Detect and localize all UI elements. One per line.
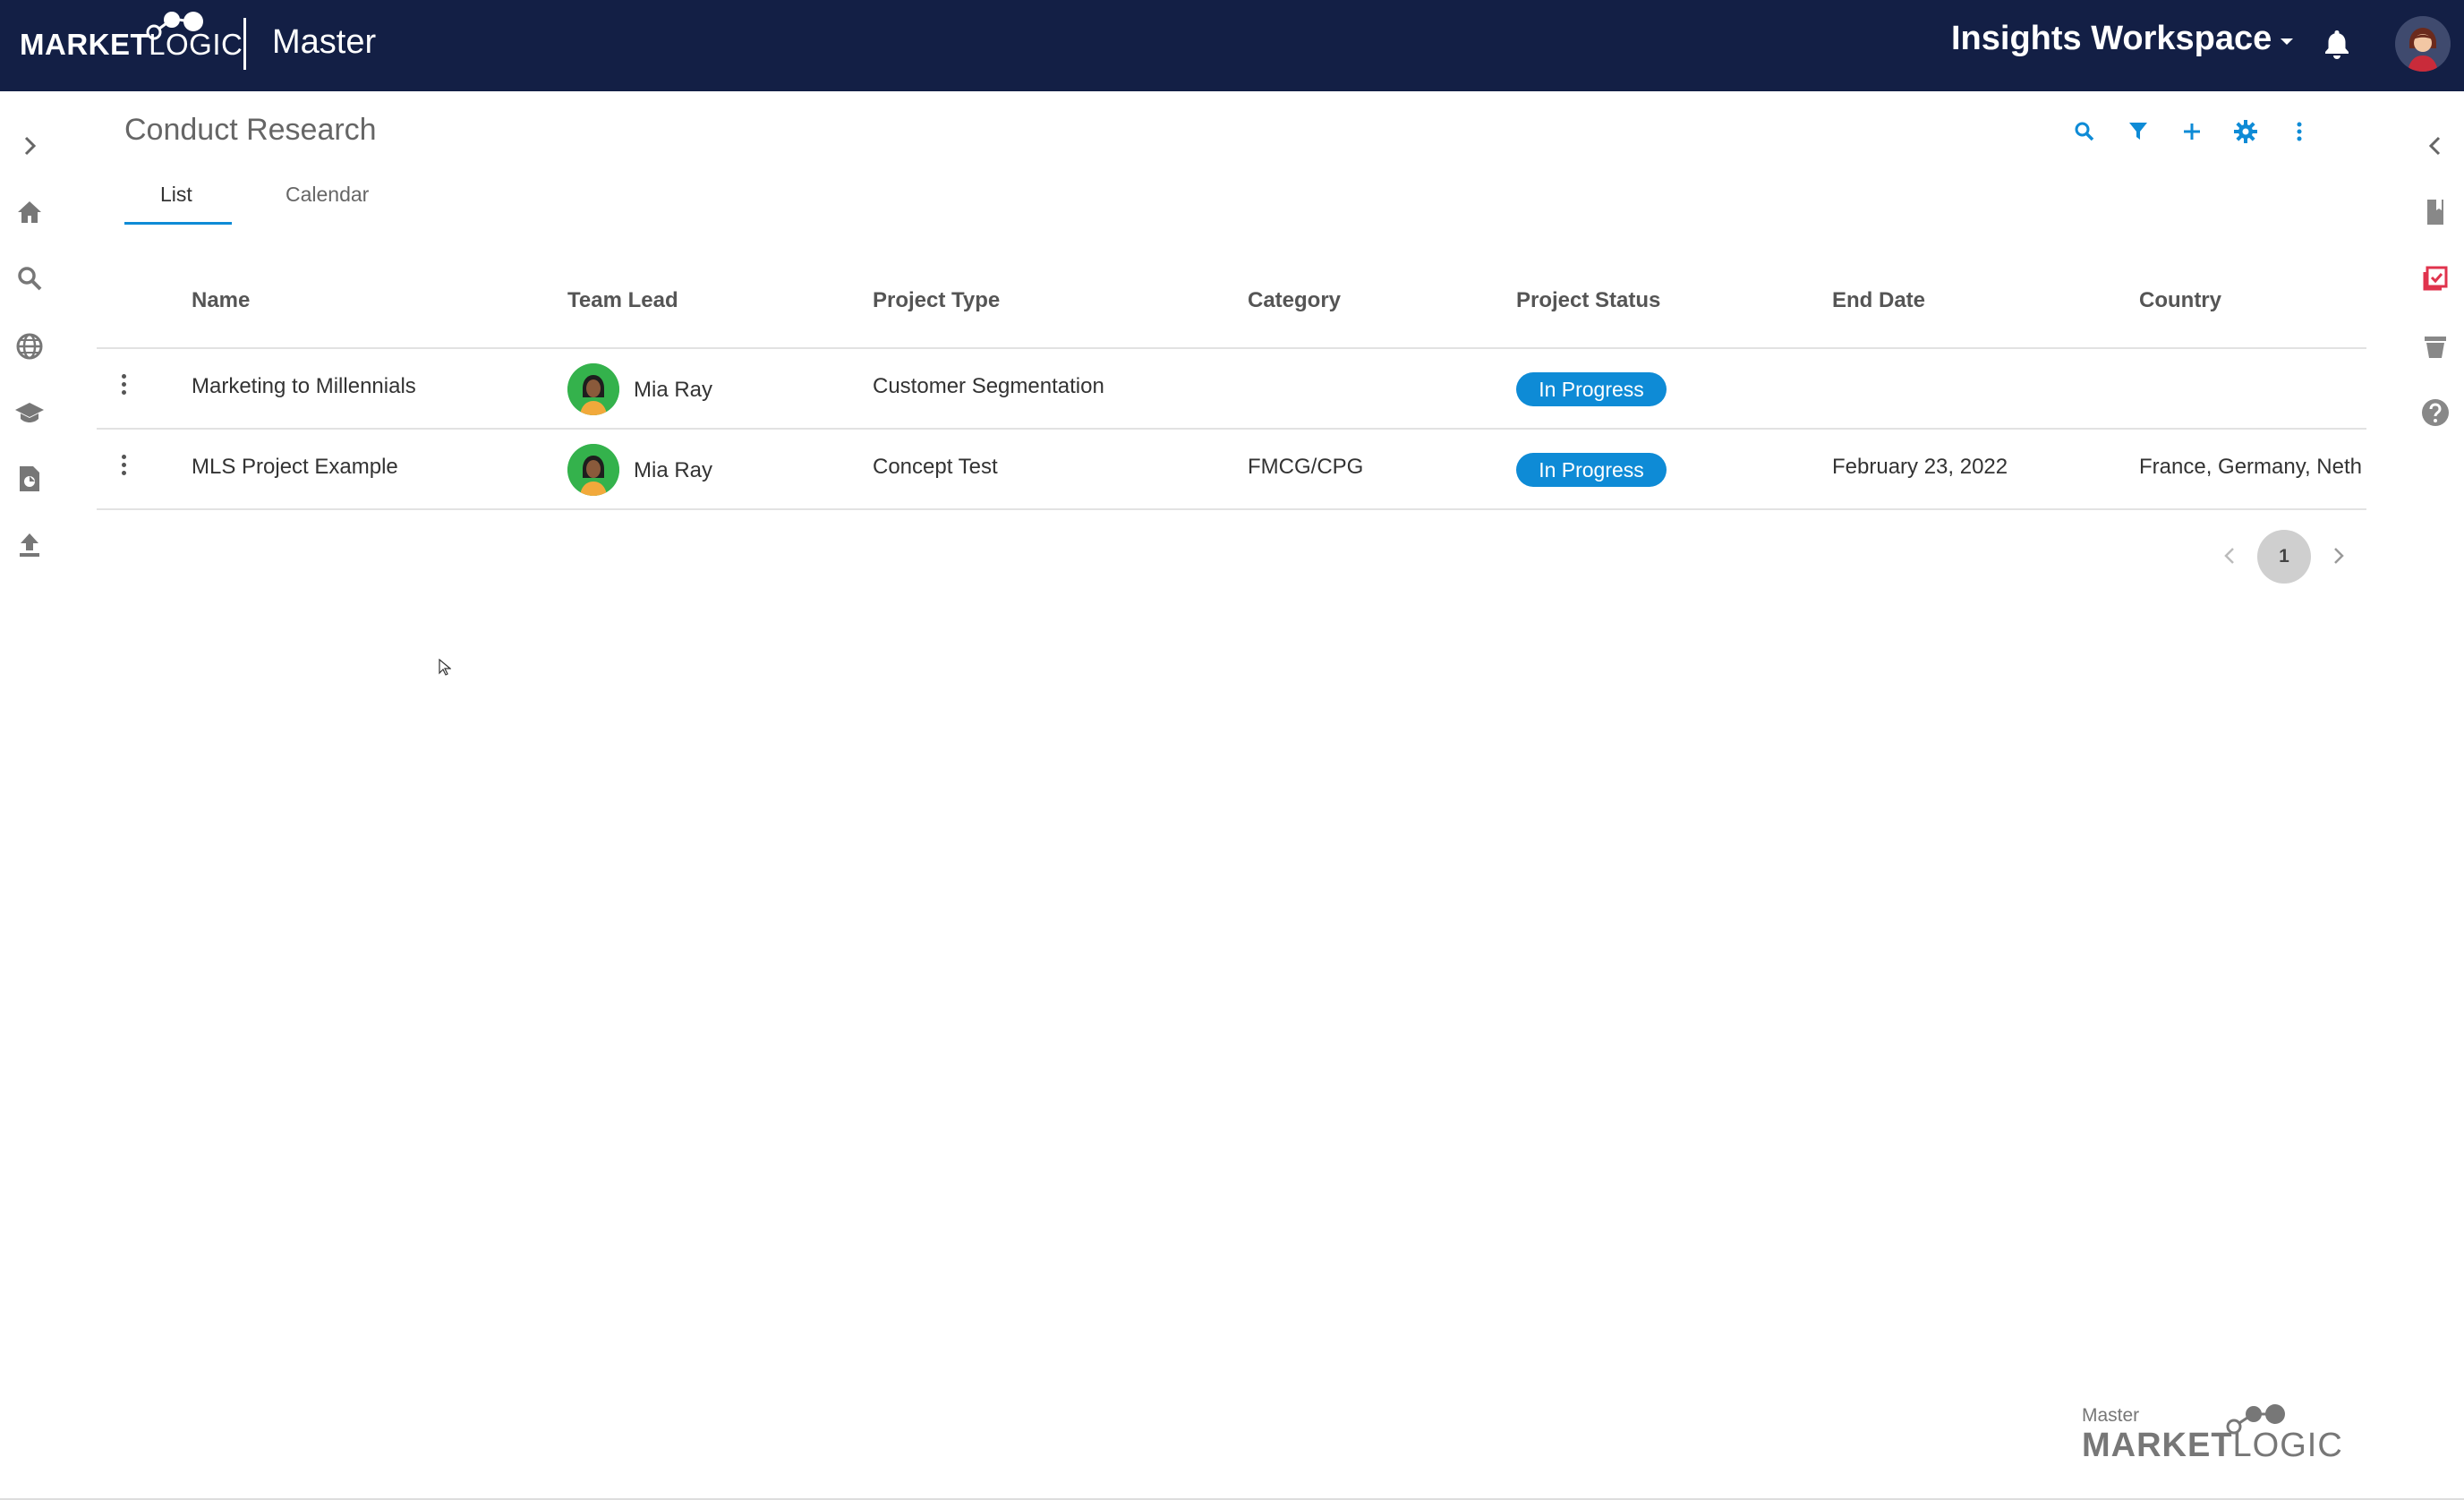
plus-icon[interactable] [2175,115,2209,149]
row-menu-icon[interactable] [116,371,131,405]
gear-icon[interactable] [2229,115,2263,149]
bookmark-icon[interactable] [2420,197,2451,227]
workspace-label: Insights Workspace [1951,20,2272,57]
app-name: Master [272,23,377,61]
workspace-selector[interactable]: Insights Workspace [1951,20,2294,58]
column-header-country[interactable]: Country [2139,288,2221,313]
right-sidebar [2406,91,2464,1500]
upload-icon[interactable] [14,530,45,560]
left-sidebar [0,91,59,1500]
footer-logo-molecule-icon [2226,1404,2285,1435]
checklist-icon[interactable] [2420,263,2451,294]
caret-down-icon [2281,38,2294,45]
table-row[interactable]: MLS Project Example Mia Ray Concept Test… [97,430,2366,510]
column-header-project-status[interactable]: Project Status [1516,288,1660,313]
column-header-team-lead[interactable]: Team Lead [567,288,678,313]
column-header-project-type[interactable]: Project Type [873,288,1000,313]
logo-molecule-icon [146,12,203,40]
current-page-button[interactable]: 1 [2257,530,2311,584]
projects-table: Name Team Lead Project Type Category Pro… [97,265,2366,510]
next-page-icon[interactable] [2332,546,2350,566]
previous-page-icon[interactable] [2223,546,2241,566]
project-type: Concept Test [873,455,998,479]
footer-logo-wordmark: MARKETLOGIC [2082,1427,2343,1464]
page-title: Conduct Research [124,113,377,147]
row-menu-icon[interactable] [116,451,131,485]
header-divider [243,18,246,70]
top-navigation-bar: MARKETLOGIC Master Insights Workspace [0,0,2464,91]
more-vertical-icon[interactable] [2282,115,2316,149]
document-chart-icon[interactable] [14,464,45,494]
project-name[interactable]: Marketing to Millennials [192,374,416,399]
user-avatar[interactable] [2395,16,2451,72]
chevron-left-icon[interactable] [2420,131,2451,161]
filter-icon[interactable] [2121,115,2155,149]
chevron-right-icon[interactable] [14,131,45,161]
column-header-category[interactable]: Category [1248,288,1341,313]
category: FMCG/CPG [1248,455,1364,479]
active-tab-indicator [124,222,232,225]
table-header: Name Team Lead Project Type Category Pro… [97,265,2366,349]
search-icon[interactable] [14,263,45,294]
country: France, Germany, Neth [2139,455,2362,479]
help-icon[interactable] [2420,397,2451,428]
project-type: Customer Segmentation [873,374,1104,398]
footer-logo: Master MARKETLOGIC [2082,1404,2343,1465]
globe-icon[interactable] [14,331,45,362]
team-lead-avatar [567,363,619,415]
pagination: 1 [2218,528,2361,584]
project-name[interactable]: MLS Project Example [192,455,398,480]
status-badge: In Progress [1516,453,1667,487]
status-badge: In Progress [1516,372,1667,406]
search-icon[interactable] [2068,115,2102,149]
notification-bell-icon[interactable] [2323,29,2350,63]
tab-list[interactable]: List [160,183,192,207]
team-lead-name: Mia Ray [634,378,713,402]
cup-icon[interactable] [2420,331,2451,362]
team-lead-avatar [567,444,619,496]
tab-calendar[interactable]: Calendar [286,183,369,207]
footer-logo-label: Master [2082,1405,2140,1426]
column-header-name[interactable]: Name [192,288,250,313]
graduation-cap-icon[interactable] [14,397,45,428]
marketlogic-logo[interactable]: MARKETLOGIC [20,11,243,79]
table-row[interactable]: Marketing to Millennials Mia Ray Custome… [97,349,2366,430]
end-date: February 23, 2022 [1832,455,2008,479]
home-icon[interactable] [14,197,45,227]
team-lead-name: Mia Ray [634,458,713,482]
mouse-cursor-icon [439,658,452,680]
column-header-end-date[interactable]: End Date [1832,288,1925,313]
